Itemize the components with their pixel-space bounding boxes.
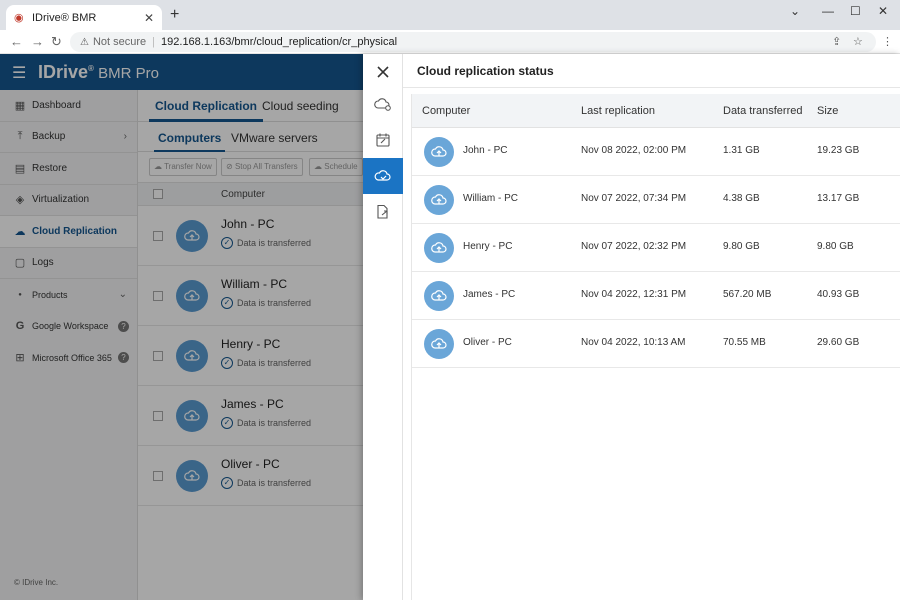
replication-settings-button[interactable] [363,86,403,122]
cloud-check-icon [374,170,391,181]
not-secure-label: Not secure [92,36,147,48]
browser-tab-title: IDrive® BMR [32,11,97,24]
column-size: Size [817,105,839,117]
cloud-settings-icon [374,98,391,111]
url-separator: | [152,36,156,48]
browser-tab[interactable]: ◉ IDrive® BMR ✕ [6,5,162,30]
drawer-title: Cloud replication status [417,64,554,78]
cloud-upload-icon [424,185,454,215]
calendar-edit-icon [376,133,390,147]
cell-last-replication: Nov 07 2022, 07:34 PM [581,193,687,204]
modal-backdrop[interactable] [0,90,363,600]
cell-size: 9.80 GB [817,241,854,252]
tab-search-icon[interactable]: ⌄ [790,4,800,18]
new-tab-icon[interactable]: + [170,6,179,24]
close-icon [377,66,389,78]
column-last-replication: Last replication [581,105,655,117]
bookmark-star-icon[interactable]: ☆ [853,35,863,48]
cell-computer: Oliver - PC [463,337,512,348]
export-report-button[interactable] [363,194,403,230]
schedule-button[interactable] [363,122,403,158]
close-window-icon[interactable]: ✕ [878,4,888,18]
cell-data-transferred: 4.38 GB [723,193,760,204]
table-row: William - PC Nov 07 2022, 07:34 PM 4.38 … [412,176,900,224]
cell-size: 40.93 GB [817,289,860,300]
cell-computer: John - PC [463,145,508,156]
cloud-upload-icon [424,329,454,359]
close-drawer-button[interactable] [363,54,403,90]
drawer-rail [363,54,403,600]
cell-data-transferred: 567.20 MB [723,289,772,300]
table-row: Henry - PC Nov 07 2022, 02:32 PM 9.80 GB… [412,224,900,272]
cell-last-replication: Nov 04 2022, 10:13 AM [581,337,686,348]
idrive-favicon-icon: ◉ [14,11,24,24]
forward-icon[interactable]: → [31,34,44,49]
table-row: John - PC Nov 08 2022, 02:00 PM 1.31 GB … [412,128,900,176]
close-tab-icon[interactable]: ✕ [144,11,154,25]
cell-last-replication: Nov 08 2022, 02:00 PM [581,145,687,156]
modal-backdrop-header[interactable] [0,54,363,90]
cell-size: 13.17 GB [817,193,860,204]
table-row: James - PC Nov 04 2022, 12:31 PM 567.20 … [412,272,900,320]
cloud-upload-icon [424,281,454,311]
url-text: 192.168.1.163/bmr/cloud_replication/cr_p… [161,36,398,48]
back-icon[interactable]: ← [10,34,23,49]
replication-status-button[interactable] [363,158,403,194]
drawer-divider [403,87,900,88]
minimize-icon[interactable]: — [822,4,834,18]
maximize-icon[interactable]: ☐ [850,4,861,18]
address-bar: ← → ↻ ⚠ Not secure | 192.168.1.163/bmr/c… [0,30,900,54]
cloud-upload-icon [424,137,454,167]
cell-last-replication: Nov 04 2022, 12:31 PM [581,289,687,300]
cell-size: 29.60 GB [817,337,860,348]
cell-size: 19.23 GB [817,145,860,156]
table-row: Oliver - PC Nov 04 2022, 10:13 AM 70.55 … [412,320,900,368]
cell-data-transferred: 70.55 MB [723,337,766,348]
cell-data-transferred: 9.80 GB [723,241,760,252]
share-icon[interactable]: ⇪ [832,35,841,48]
url-field[interactable]: ⚠ Not secure | 192.168.1.163/bmr/cloud_r… [70,32,876,52]
cell-computer: Henry - PC [463,241,513,252]
browser-tabbar: ◉ IDrive® BMR ✕ + ⌄ — ☐ ✕ [0,0,900,30]
cloud-upload-icon [424,233,454,263]
document-export-icon [377,204,388,219]
warning-icon: ⚠ [80,36,89,48]
status-table: Computer Last replication Data transferr… [411,94,900,600]
column-data-transferred: Data transferred [723,105,803,117]
cell-last-replication: Nov 07 2022, 02:32 PM [581,241,687,252]
cell-computer: James - PC [463,289,516,300]
status-table-header: Computer Last replication Data transferr… [412,94,900,128]
replication-status-drawer: Cloud replication status Computer Last r… [363,54,900,600]
reload-icon[interactable]: ↻ [51,34,62,50]
browser-menu-icon[interactable]: ⋮ [882,35,893,48]
column-computer: Computer [422,105,471,117]
cell-data-transferred: 1.31 GB [723,145,760,156]
cell-computer: William - PC [463,193,518,204]
